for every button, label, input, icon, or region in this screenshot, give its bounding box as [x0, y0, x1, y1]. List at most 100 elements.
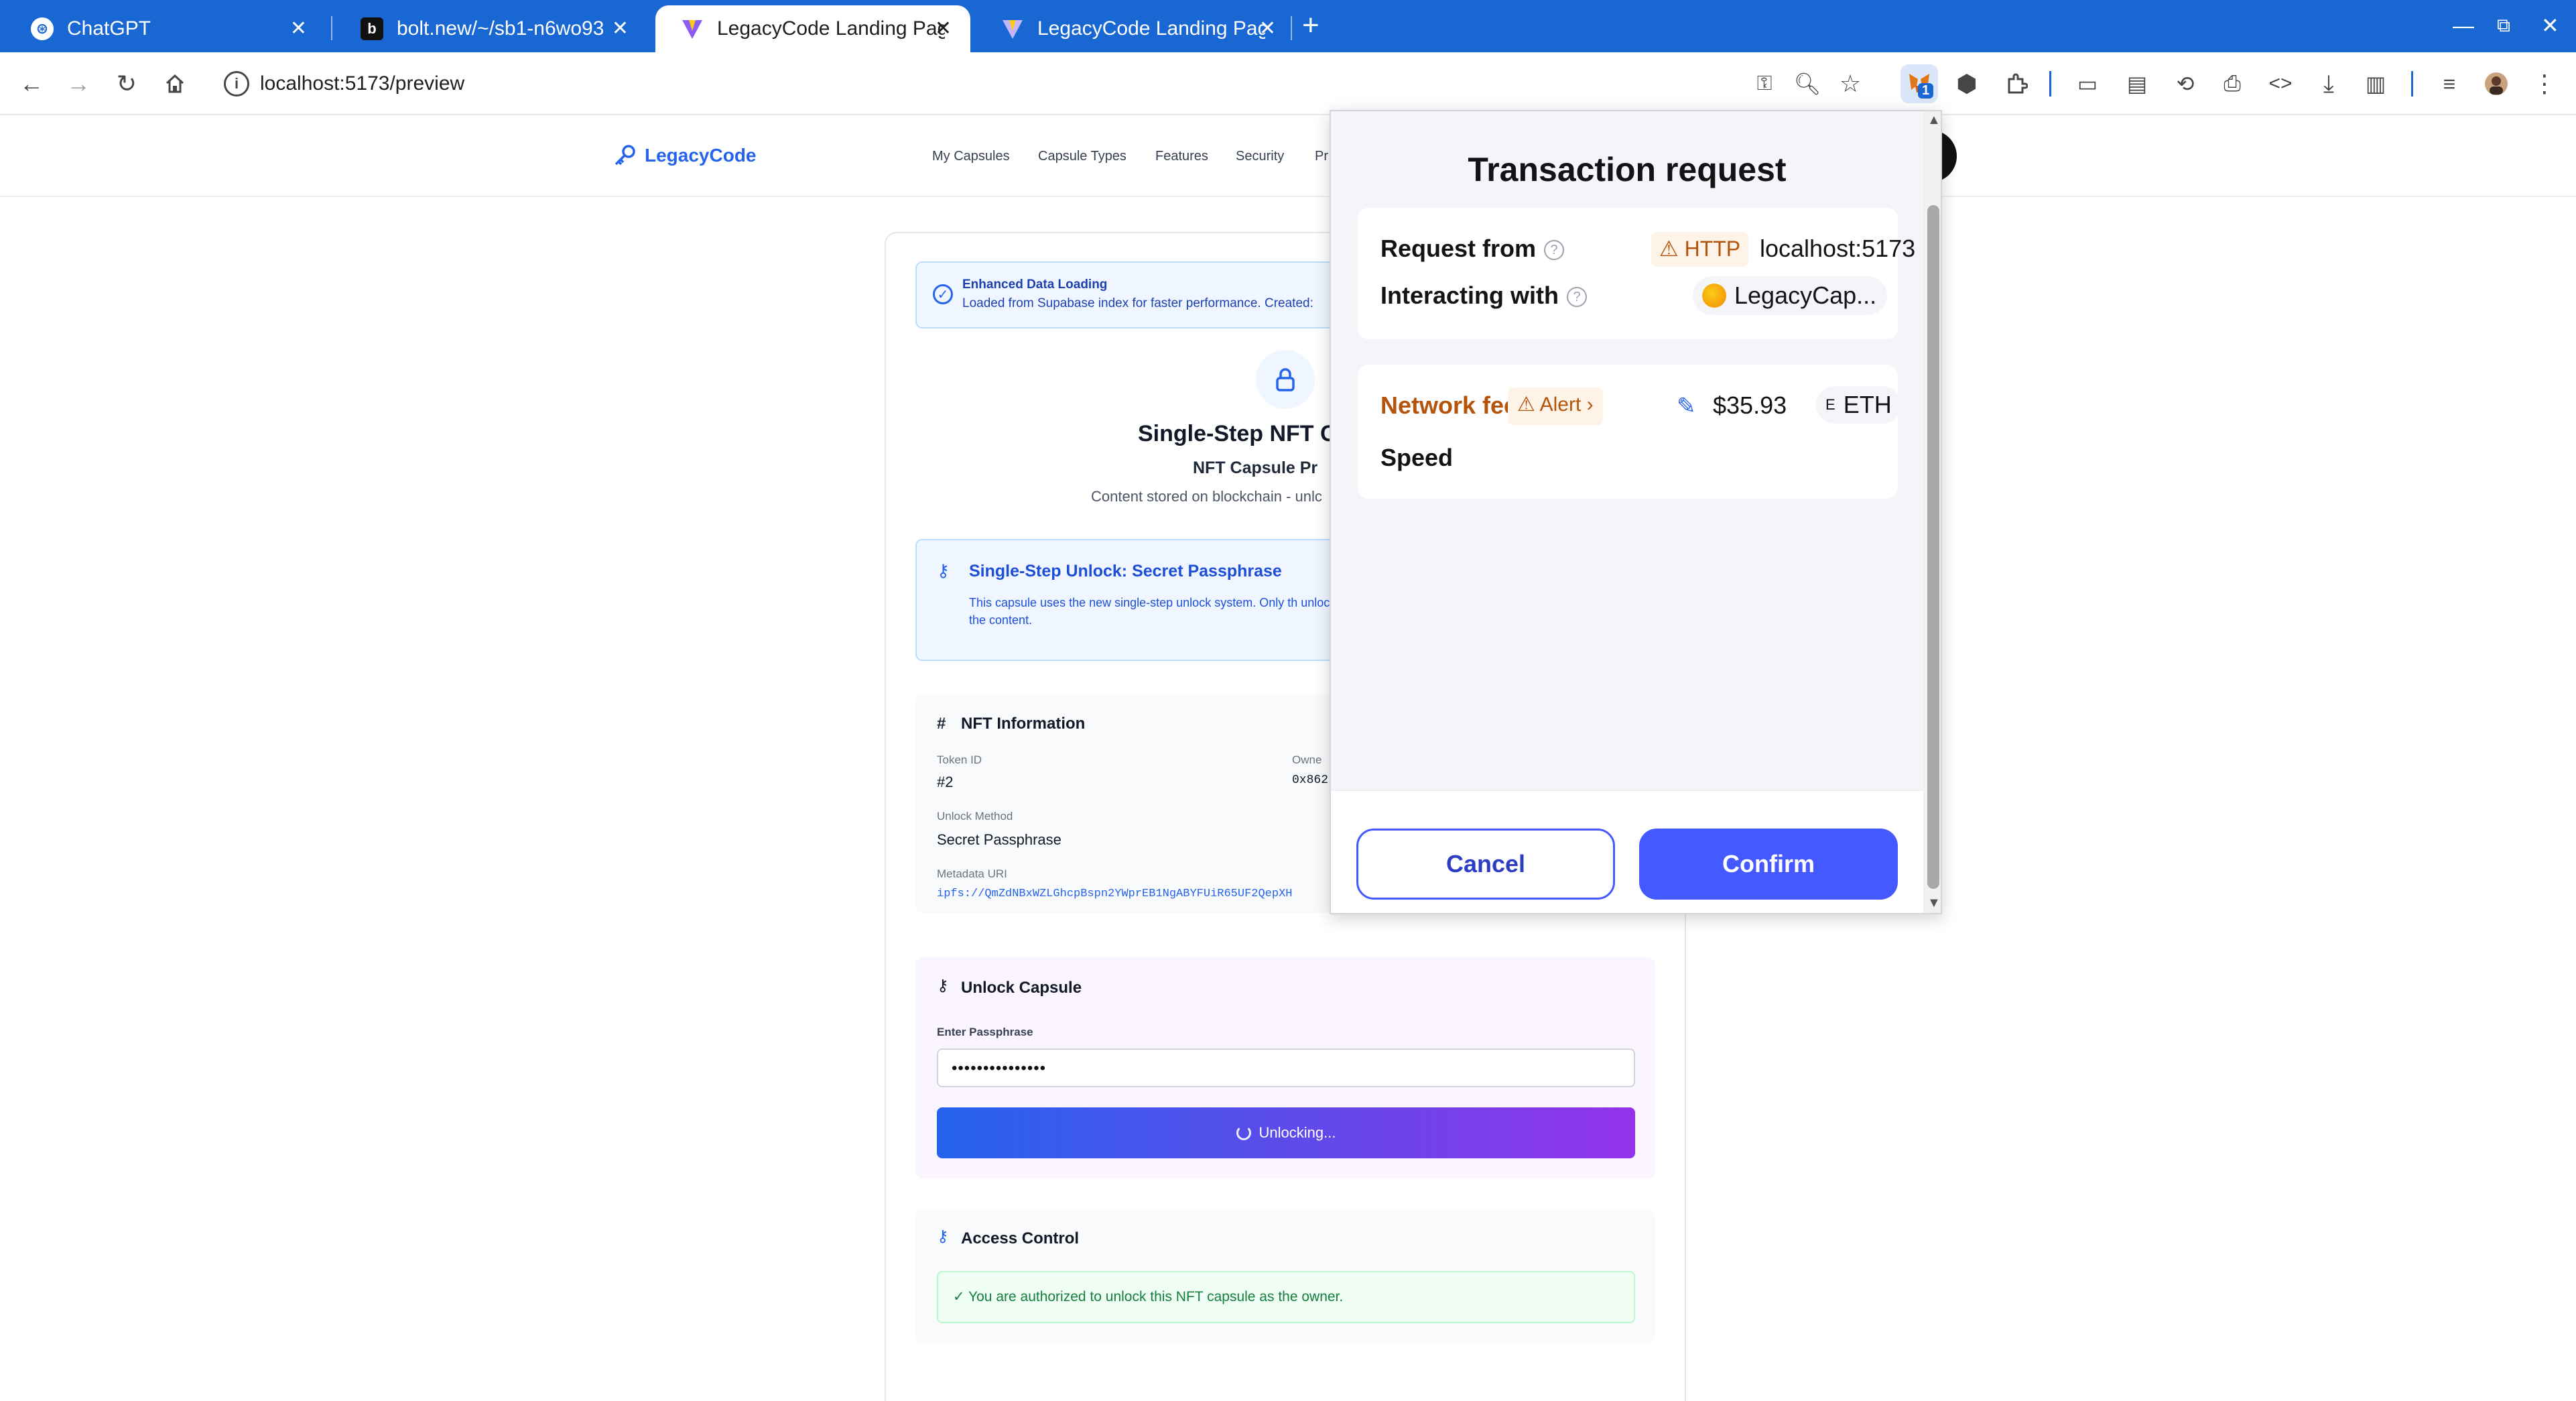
metadata-uri-link[interactable]: ipfs://QmZdNBxWZLGhcpBspn2YWprEB1NgABYFU… — [937, 888, 1293, 900]
currency-text: ETH — [1843, 391, 1892, 418]
interacting-with-label: Interacting with — [1380, 282, 1559, 309]
card-icon[interactable]: ▤ — [2120, 67, 2154, 101]
forward-icon[interactable]: → — [62, 67, 95, 101]
puzzle-extensions-icon[interactable] — [2000, 67, 2033, 101]
site-header — [0, 115, 2576, 197]
devtools-code-icon[interactable]: <> — [2264, 67, 2297, 101]
tab-legacycode[interactable]: LegacyCode Landing Pag ✕ — [976, 5, 1295, 52]
unlock-capsule-panel: ⚷ Unlock Capsule Enter Passphrase ••••••… — [915, 957, 1655, 1178]
unlock-method-label: Unlock Method — [937, 810, 1013, 823]
token-id-label: Token ID — [937, 753, 982, 766]
warning-icon: ⚠ — [1517, 393, 1535, 416]
reading-icon[interactable]: ▭ — [2071, 67, 2104, 101]
scroll-down-icon[interactable]: ▼ — [1927, 896, 1941, 911]
cube-extension-icon[interactable]: ⬢ — [1950, 67, 1984, 101]
contract-pill[interactable]: LegacyCap... — [1693, 276, 1888, 315]
contract-name: LegacyCap... — [1734, 282, 1877, 309]
http-badge-text: HTTP — [1684, 237, 1741, 261]
request-from-label: Request from — [1380, 235, 1537, 262]
unlock-info-title: Single-Step Unlock: Secret Passphrase — [969, 562, 1282, 581]
profile-avatar[interactable] — [2480, 67, 2513, 101]
browser-tab-bar: ⊛ ChatGPT ✕ b bolt.new/~/sb1-n6wo93 ✕ Le… — [0, 0, 2576, 52]
confirm-button[interactable]: Confirm — [1639, 829, 1898, 900]
site-info-icon[interactable]: i — [224, 71, 249, 97]
nav-capsule-types[interactable]: Capsule Types — [1038, 149, 1126, 164]
password-key-icon[interactable]: ⚿ — [1748, 67, 1781, 101]
request-from-row: Request from? — [1380, 235, 1565, 263]
close-tab-icon[interactable]: ✕ — [290, 19, 307, 39]
unlock-button[interactable]: Unlocking... — [937, 1107, 1635, 1158]
download-icon[interactable]: ⤓ — [2312, 67, 2345, 101]
key-icon: ⚷ — [937, 977, 949, 995]
unlock-button-label: Unlocking... — [1259, 1124, 1336, 1141]
vite-icon — [681, 17, 704, 40]
nav-features[interactable]: Features — [1155, 149, 1208, 164]
chatgpt-icon: ⊛ — [31, 17, 54, 40]
help-icon[interactable]: ? — [1544, 240, 1565, 261]
nav-security[interactable]: Security — [1236, 149, 1284, 164]
address-bar[interactable]: i localhost:5173/preview — [212, 62, 1863, 106]
reload-icon[interactable]: ↻ — [110, 67, 143, 101]
tab-separator — [1291, 16, 1292, 40]
access-control-title: Access Control — [961, 1229, 1080, 1247]
fee-alert-badge[interactable]: ⚠ Alert › — [1508, 387, 1603, 425]
help-icon[interactable]: ? — [1567, 287, 1588, 308]
owner-label: Owne — [1292, 753, 1322, 766]
url-text[interactable]: localhost:5173/preview — [260, 72, 464, 95]
close-tab-icon[interactable]: ✕ — [612, 19, 629, 39]
eth-icon: E — [1825, 396, 1836, 413]
check-circle-icon: ✓ — [933, 284, 953, 304]
passphrase-input[interactable]: ••••••••••••••• — [937, 1048, 1635, 1087]
fee-amount: $35.93 — [1713, 391, 1787, 419]
site-logo[interactable]: LegacyCode — [613, 143, 757, 168]
toolbar-divider — [2411, 71, 2413, 97]
metadata-uri-label: Metadata URI — [937, 867, 1007, 880]
sidepanel-icon[interactable]: ▥ — [2359, 67, 2392, 101]
wallet-scrollbar[interactable]: ▲ ▼ — [1923, 111, 1941, 913]
menu-kebab-icon[interactable]: ⋮ — [2528, 67, 2561, 101]
close-tab-icon[interactable]: ✕ — [1259, 19, 1276, 39]
print-icon[interactable]: ⎙ — [2215, 67, 2249, 101]
passphrase-label: Enter Passphrase — [937, 1026, 1033, 1038]
speed-label: Speed — [1380, 444, 1454, 471]
network-fee-label: Network fee — [1380, 391, 1518, 419]
back-icon[interactable]: ← — [15, 67, 48, 101]
wallet-footer: Cancel Confirm — [1331, 790, 1923, 913]
contract-avatar — [1702, 284, 1726, 308]
unlock-method-value: Secret Passphrase — [937, 831, 1061, 848]
tab-legacycode-active[interactable]: LegacyCode Landing Pag ✕ — [655, 5, 970, 52]
scroll-up-icon[interactable]: ▲ — [1927, 113, 1941, 128]
lock-icon — [1256, 350, 1315, 409]
zoom-icon[interactable]: 🔍︎ — [1791, 67, 1824, 101]
authorization-message: ✓ You are authorized to unlock this NFT … — [937, 1271, 1635, 1323]
extension-badge: 1 — [1918, 83, 1934, 99]
close-tab-icon[interactable]: ✕ — [935, 19, 952, 39]
vite-icon — [1001, 17, 1024, 40]
nft-info-title: NFT Information — [961, 715, 1086, 733]
home-icon[interactable] — [158, 67, 192, 101]
scrollbar-thumb[interactable] — [1927, 205, 1939, 889]
capsule-subtitle: NFT Capsule Pr — [1193, 459, 1318, 477]
banner-subtitle: Loaded from Supabase index for faster pe… — [962, 296, 1313, 310]
spinner-icon — [1236, 1125, 1251, 1140]
bookmark-star-icon[interactable]: ☆ — [1833, 67, 1867, 101]
edit-fee-icon[interactable]: ✎ — [1677, 393, 1696, 420]
cancel-button[interactable]: Cancel — [1356, 829, 1615, 900]
window-close-icon[interactable]: ✕ — [2541, 12, 2559, 39]
minimize-icon[interactable]: — — [2453, 12, 2474, 39]
bolt-icon: b — [361, 17, 383, 40]
nav-pricing[interactable]: Pr — [1315, 149, 1328, 164]
tab-title: LegacyCode Landing Pag — [1037, 17, 1265, 40]
key-icon: ⚷ — [937, 1227, 949, 1245]
interacting-with-row: Interacting with? — [1380, 282, 1588, 310]
tab-chatgpt[interactable]: ⊛ ChatGPT ✕ — [5, 5, 326, 52]
history-icon[interactable]: ⟲ — [2169, 67, 2202, 101]
tab-separator — [331, 16, 332, 40]
new-tab-button[interactable]: + — [1302, 9, 1319, 42]
nav-my-capsules[interactable]: My Capsules — [932, 149, 1010, 164]
key-icon: ⚷ — [937, 560, 950, 581]
restore-icon[interactable]: ⧉ — [2497, 12, 2510, 39]
http-warning-badge: ⚠ HTTP — [1651, 232, 1749, 267]
media-queue-icon[interactable]: ≡ — [2433, 67, 2466, 101]
tab-bolt[interactable]: b bolt.new/~/sb1-n6wo93 ✕ — [335, 5, 647, 52]
